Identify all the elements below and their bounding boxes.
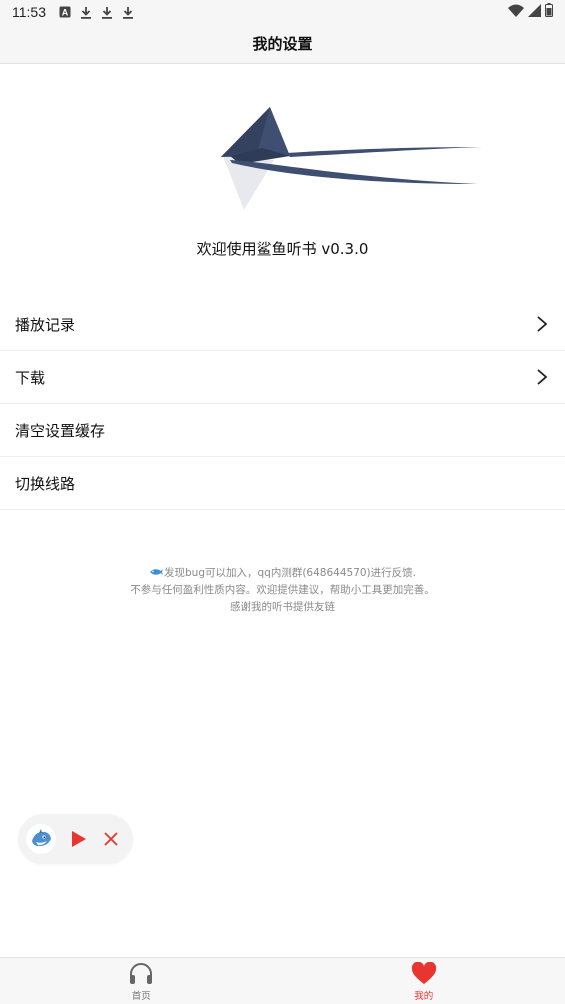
note-text-1: 发现bug可以加入，qq内测群(648644570)进行反馈. bbox=[164, 567, 416, 579]
menu-item-download[interactable]: 下载 bbox=[0, 351, 565, 404]
tab-label: 首页 bbox=[131, 990, 151, 1002]
chevron-right-icon bbox=[536, 314, 550, 334]
svg-text:A: A bbox=[62, 8, 69, 18]
welcome-text: 欢迎使用鲨鱼听书 v0.3.0 bbox=[196, 240, 369, 258]
note-line-1: 发现bug可以加入，qq内测群(648644570)进行反馈. bbox=[0, 565, 565, 582]
info-note: 发现bug可以加入，qq内测群(648644570)进行反馈. 不参与任何盈利性… bbox=[0, 565, 565, 616]
battery-icon bbox=[545, 3, 553, 21]
download-icon bbox=[79, 5, 93, 19]
download-icon bbox=[100, 5, 114, 19]
font-icon: A bbox=[58, 5, 72, 19]
menu-item-play-history[interactable]: 播放记录 bbox=[0, 298, 565, 351]
mini-player[interactable] bbox=[18, 814, 133, 864]
shark-icon bbox=[149, 566, 164, 576]
download-icon bbox=[121, 5, 135, 19]
status-time: 11:53 bbox=[12, 4, 46, 20]
shark-avatar-icon[interactable] bbox=[26, 824, 56, 854]
tab-label: 我的 bbox=[414, 990, 434, 1002]
app-logo bbox=[210, 100, 490, 218]
bottom-tab-bar: 首页 我的 bbox=[0, 957, 565, 1004]
page-title: 我的设置 bbox=[252, 35, 313, 53]
title-bar: 我的设置 bbox=[0, 24, 565, 64]
settings-screen: 11:53 A 我的设置 欢迎使用鲨鱼听书 v0.3.0 播放记录 下载 清空设… bbox=[0, 0, 565, 1004]
tab-home[interactable]: 首页 bbox=[0, 958, 283, 1004]
menu-item-label: 清空设置缓存 bbox=[15, 421, 106, 440]
heart-icon bbox=[411, 961, 437, 987]
note-line-2: 不参与任何盈利性质内容。欢迎提供建议，帮助小工具更加完善。 bbox=[130, 584, 435, 596]
menu-item-switch-route[interactable]: 切换线路 bbox=[0, 457, 565, 510]
menu-item-label: 播放记录 bbox=[15, 315, 76, 334]
status-bar: 11:53 A bbox=[0, 0, 565, 24]
wifi-icon bbox=[508, 4, 524, 21]
note-line-3: 感谢我的听书提供友链 bbox=[230, 601, 335, 613]
status-right bbox=[508, 3, 553, 21]
menu-item-clear-cache[interactable]: 清空设置缓存 bbox=[0, 404, 565, 457]
settings-menu: 播放记录 下载 清空设置缓存 切换线路 bbox=[0, 298, 565, 510]
menu-item-label: 切换线路 bbox=[15, 474, 76, 493]
close-button[interactable] bbox=[99, 827, 123, 851]
tab-mine[interactable]: 我的 bbox=[283, 958, 565, 1004]
chevron-right-icon bbox=[536, 367, 550, 387]
menu-item-label: 下载 bbox=[15, 368, 46, 387]
play-button[interactable] bbox=[67, 827, 91, 851]
headphones-icon bbox=[128, 961, 154, 987]
signal-icon bbox=[528, 3, 541, 21]
